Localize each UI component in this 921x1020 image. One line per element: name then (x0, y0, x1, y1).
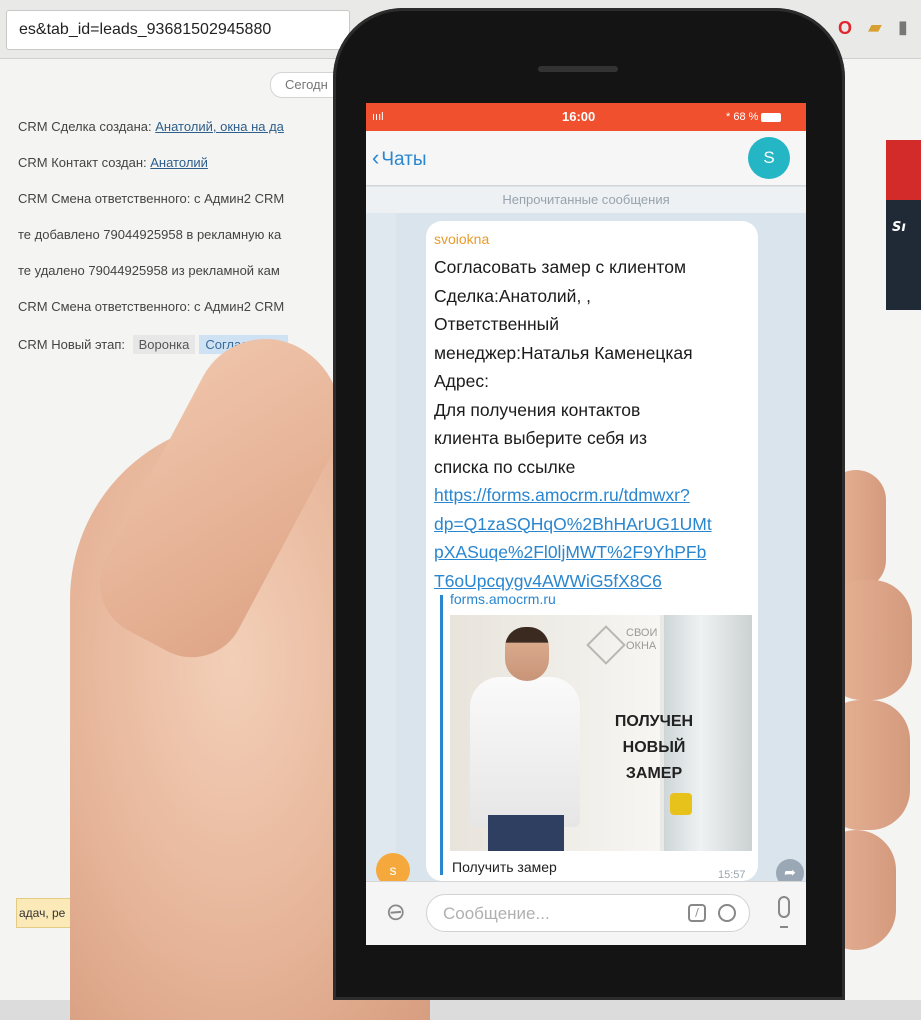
folder-icon[interactable]: ▰ (868, 18, 882, 38)
sticker-icon[interactable] (718, 904, 736, 922)
form-link[interactable]: https://forms.amocrm.ru/tdmwxr? dp=Q1zaS… (434, 481, 754, 595)
command-icon[interactable]: / (688, 904, 706, 922)
address-bar[interactable]: es&tab_id=leads_93681502945880 (6, 10, 350, 50)
message-sender[interactable]: svoiokna (434, 231, 489, 247)
microphone-stand (780, 920, 788, 928)
deal-link[interactable]: Анатолий, окна на да (155, 119, 284, 134)
side-banner-dark: Sı (886, 200, 921, 310)
opera-icon[interactable]: O (838, 18, 852, 38)
promo-text: ПОЛУЧЕН НОВЫЙ ЗАМЕР (614, 713, 694, 782)
microphone-icon[interactable] (778, 896, 790, 918)
brand-logo-text: СВОИ ОКНА (626, 627, 658, 652)
tape-measure-icon (670, 793, 692, 815)
chat-avatar[interactable]: S (748, 137, 790, 179)
preview-accent (440, 595, 443, 875)
chevron-left-icon: ‹ (372, 145, 380, 170)
person-image (470, 677, 580, 827)
unread-divider: Непрочитанные сообщения (366, 187, 806, 213)
preview-site-name[interactable]: forms.amocrm.ru (450, 591, 556, 607)
person-head (505, 627, 549, 681)
feed-item: те удалено 79044925958 из рекламной кам (18, 263, 280, 278)
feed-item: CRM Сделка создана: Анатолий, окна на да (18, 119, 284, 134)
battery-icon (761, 112, 782, 122)
feed-item: CRM Контакт создан: Анатолий (18, 155, 208, 170)
feed-item: CRM Смена ответственного: с Админ2 CRM (18, 299, 285, 314)
status-bar: ıııl 16:00 * 68 % (366, 103, 806, 131)
preview-image[interactable]: СВОИ ОКНА ПОЛУЧЕН НОВЫЙ ЗАМЕР (450, 615, 752, 851)
telegram-screen: ıııl 16:00 * 68 % ‹ Чаты S Непрочитанные … (366, 103, 806, 945)
status-time: 16:00 (562, 109, 596, 124)
extension-icon[interactable]: ▮ (898, 18, 908, 38)
chat-title[interactable] (506, 137, 656, 177)
message-composer: ⊘ Сообщение... / (366, 881, 806, 945)
side-banner (886, 140, 921, 200)
chat-list-strip (366, 213, 396, 881)
chat-header: ‹ Чаты S (366, 131, 806, 186)
back-button[interactable]: ‹ Чаты (372, 145, 427, 171)
attach-icon[interactable]: ⊘ (379, 895, 412, 929)
feed-item: те добавлено 79044925958 в рекламную ка (18, 227, 282, 242)
phone-speaker (538, 66, 618, 72)
stage-chip: Воронка (132, 335, 196, 354)
brand-logo-icon (586, 625, 626, 665)
contact-link[interactable]: Анатолий (150, 155, 208, 170)
feed-item: CRM Смена ответственного: с Админ2 CRM (18, 191, 285, 206)
signal-icon: ıııl (372, 111, 384, 123)
message-time: 15:57 (718, 869, 746, 881)
battery-indicator: * 68 % (726, 103, 782, 131)
preview-caption[interactable]: Получить замер (452, 859, 557, 875)
message-text: Согласовать замер с клиентом Сделка:Анат… (434, 257, 693, 477)
person-legs (488, 815, 564, 851)
